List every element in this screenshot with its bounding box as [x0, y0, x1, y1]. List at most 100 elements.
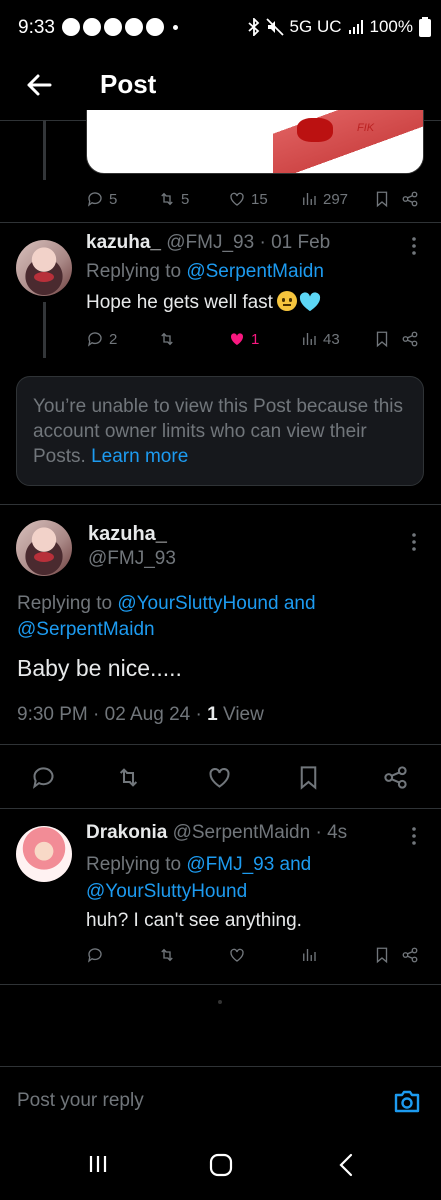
mention-link[interactable]: @YourSluttyHound — [117, 593, 278, 614]
home-icon[interactable] — [208, 1152, 234, 1178]
share-icon — [402, 947, 418, 963]
replying-prefix: Replying to — [17, 593, 113, 614]
messenger-notification-icon — [83, 18, 101, 36]
mention-link[interactable]: @FMJ_93 — [186, 854, 274, 875]
post-text: Hope he gets well fast — [86, 291, 321, 314]
like-button[interactable]: 1 — [228, 330, 259, 348]
mention-link[interactable]: @SerpentMaidn — [186, 261, 324, 282]
views-button[interactable] — [300, 946, 318, 964]
status-right: 5G UC 100% — [247, 17, 431, 37]
main-post-actions — [0, 760, 441, 794]
author-handle[interactable]: @FMJ_93 — [166, 232, 254, 253]
mute-icon — [265, 18, 284, 36]
views-button[interactable]: 43 — [300, 330, 340, 348]
mention-link[interactable]: @YourSluttyHound — [86, 881, 247, 902]
share-button[interactable] — [401, 190, 419, 208]
reply-count: 2 — [109, 330, 118, 348]
signal-icon — [348, 20, 363, 34]
back-arrow-icon[interactable] — [22, 68, 56, 102]
reply-count: 5 — [109, 190, 118, 208]
notice-message: You’re unable to view this Post because … — [33, 396, 404, 467]
reply2-actions — [0, 942, 441, 970]
reply-button[interactable] — [86, 946, 104, 964]
share-button[interactable] — [401, 946, 419, 964]
bluetooth-icon — [247, 18, 259, 36]
post-date: · 01 Feb — [259, 232, 331, 253]
reply-button[interactable]: 5 — [86, 190, 117, 208]
post-image[interactable]: FIK — [86, 110, 424, 174]
repost-icon — [161, 948, 173, 962]
bookmark-button[interactable] — [295, 764, 322, 791]
share-button[interactable] — [401, 330, 419, 348]
image-caption: FIK — [357, 122, 375, 134]
recent-apps-icon[interactable] — [86, 1152, 110, 1176]
post-timestamp[interactable]: 9:30 PM · 02 Aug 24 · — [17, 704, 202, 725]
and-connector[interactable]: and — [280, 854, 312, 875]
repost-button[interactable] — [158, 946, 176, 964]
views-button[interactable]: 297 — [300, 190, 348, 208]
like-button[interactable] — [228, 946, 246, 964]
reply-input[interactable]: Post your reply — [17, 1090, 144, 1112]
replying-prefix: Replying to — [86, 261, 182, 282]
more-options-icon[interactable] — [404, 532, 424, 552]
reply1-name-line: kazuha_ @FMJ_93 · 01 Feb — [86, 232, 330, 254]
view-count: 297 — [323, 190, 349, 208]
author-name[interactable]: Drakonia — [86, 822, 167, 843]
bookmark-button[interactable] — [373, 330, 391, 348]
avatar[interactable] — [16, 240, 72, 296]
repost-button[interactable] — [158, 330, 176, 348]
roses-graphic — [297, 118, 333, 142]
more-options-icon[interactable] — [404, 236, 424, 256]
author-name[interactable]: kazuha_ — [88, 523, 167, 546]
back-nav-icon[interactable] — [336, 1152, 356, 1178]
post-text-content: Hope he gets well fast — [86, 292, 273, 313]
post-time: · 4s — [315, 822, 348, 843]
share-button[interactable] — [382, 764, 409, 791]
repost-button[interactable] — [115, 764, 142, 791]
parent-post-actions: 5 5 15 297 — [0, 186, 441, 214]
repost-button[interactable]: 5 — [158, 190, 189, 208]
reply-composer[interactable]: Post your reply — [0, 1068, 441, 1132]
avatar[interactable] — [16, 826, 72, 882]
replying-to-line: Replying to @YourSluttyHound and @Serpen… — [17, 591, 417, 643]
post-divider — [0, 984, 441, 985]
like-count: 1 — [251, 330, 260, 348]
reply-button[interactable] — [30, 764, 57, 791]
restricted-post-notice: You’re unable to view this Post because … — [16, 376, 424, 486]
chat-notification-icon — [62, 18, 80, 36]
confused-face-emoji-icon — [276, 291, 297, 311]
like-button[interactable]: 15 — [228, 190, 268, 208]
author-handle[interactable]: @SerpentMaidn — [173, 822, 311, 843]
bookmark-button[interactable] — [373, 190, 391, 208]
heart-icon — [230, 948, 244, 962]
post-meta: 9:30 PM · 02 Aug 24 · 1 View — [17, 704, 264, 726]
like-count: 15 — [251, 190, 268, 208]
camera-icon[interactable] — [393, 1088, 421, 1114]
messenger-notification-icon — [146, 18, 164, 36]
page-title: Post — [100, 69, 157, 99]
heart-icon — [209, 768, 230, 788]
share-icon — [384, 766, 407, 789]
notification-icons — [62, 18, 178, 36]
and-connector[interactable]: and — [284, 593, 316, 614]
replying-to-line: Replying to @SerpentMaidn — [86, 261, 324, 283]
light-blue-heart-emoji-icon — [299, 292, 321, 312]
author-handle[interactable]: @FMJ_93 — [88, 548, 176, 570]
mention-link[interactable]: @SerpentMaidn — [17, 619, 155, 640]
like-button[interactable] — [206, 764, 233, 791]
post-divider — [0, 504, 441, 505]
view-count: 43 — [323, 330, 340, 348]
status-time: 9:33 — [18, 17, 55, 38]
repost-icon — [161, 192, 173, 206]
reply-icon — [87, 948, 102, 963]
author-name[interactable]: kazuha_ — [86, 232, 161, 253]
bookmark-button[interactable] — [373, 946, 391, 964]
more-options-icon[interactable] — [404, 826, 424, 846]
thread-line — [43, 120, 46, 180]
avatar[interactable] — [16, 520, 72, 576]
learn-more-link[interactable]: Learn more — [91, 446, 188, 467]
heart-icon — [230, 192, 244, 206]
repost-icon — [119, 768, 138, 787]
reply-button[interactable]: 2 — [86, 330, 117, 348]
battery-icon — [419, 17, 431, 37]
